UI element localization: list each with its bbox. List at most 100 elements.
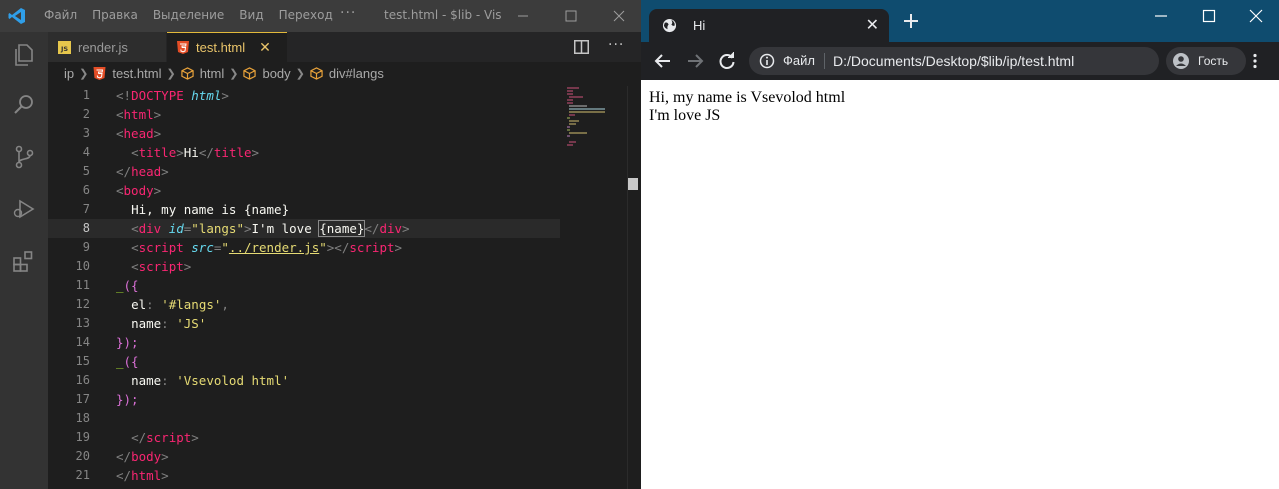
paren: ({ <box>123 278 139 293</box>
code-line: 2 <html> <box>48 105 560 124</box>
info-icon[interactable] <box>759 53 775 69</box>
breadcrumb: ip ❯ test.html ❯ html ❯ body ❯ div#langs <box>48 62 641 84</box>
close-window-icon[interactable] <box>609 6 629 26</box>
breadcrumb-div[interactable]: div#langs <box>329 66 384 81</box>
maximize-icon[interactable] <box>561 6 581 26</box>
editor-scrollbar[interactable] <box>627 86 641 489</box>
line-number: 14 <box>75 335 90 349</box>
line-number: 20 <box>75 449 90 463</box>
tag-name: script <box>349 240 395 255</box>
code-line: 18 <box>48 409 560 428</box>
menu-more-button[interactable]: ··· <box>340 5 356 21</box>
line-number: 3 <box>82 126 90 140</box>
close-tab-icon[interactable]: ✕ <box>866 15 879 34</box>
string-value: 'Vsevolod html' <box>176 373 290 388</box>
punc: > <box>221 88 229 103</box>
line-number: 6 <box>82 183 90 197</box>
line-number: 7 <box>82 202 90 216</box>
browser-window: Hi ✕ Файл D:/Documents/Desktop/$lib/ip/t… <box>641 0 1279 489</box>
minimap[interactable] <box>565 86 627 146</box>
omnibox-divider <box>824 53 825 69</box>
tab-test-html[interactable]: test.html ✕ <box>167 32 287 62</box>
html5-icon <box>93 66 106 80</box>
js-file-icon: JS <box>58 40 71 54</box>
more-actions-icon[interactable]: ··· <box>608 37 624 53</box>
page-text-line-1: Hi, my name is Vsevolod html <box>649 89 846 106</box>
profile-button[interactable]: Гость <box>1166 47 1246 75</box>
object-key: name <box>131 373 162 388</box>
tag-name: head <box>123 126 154 141</box>
address-bar[interactable]: Файл D:/Documents/Desktop/$lib/ip/test.h… <box>749 47 1159 75</box>
punc: <! <box>116 88 132 103</box>
menu-selection[interactable]: Выделение <box>153 8 224 22</box>
close-tab-icon[interactable]: ✕ <box>259 40 271 56</box>
tag-name: title <box>138 145 177 160</box>
url-text[interactable]: D:/Documents/Desktop/$lib/ip/test.html <box>833 53 1074 69</box>
tag-name: body <box>131 449 162 464</box>
menu-bar: Файл Правка Выделение Вид Переход <box>44 8 348 22</box>
code-editor[interactable]: 1 <!DOCTYPE html> 2 <html> 3 <head> 4 <t… <box>48 86 560 489</box>
menu-go[interactable]: Переход <box>279 8 333 22</box>
paren: ({ <box>123 354 139 369</box>
maximize-icon[interactable] <box>1202 9 1216 23</box>
line-number: 12 <box>75 297 90 311</box>
line-number: 17 <box>75 392 90 406</box>
chevron-right-icon: ❯ <box>229 67 239 80</box>
code-line: 10 <script> <box>48 257 560 276</box>
code-line-current: 8 <div id="langs">I'm love {name}</div> <box>48 219 560 238</box>
doctype-value: html <box>191 88 222 103</box>
code-line: 7 Hi, my name is {name} <box>48 200 560 219</box>
extensions-icon[interactable] <box>11 248 37 274</box>
minimize-icon[interactable] <box>1154 9 1168 23</box>
tab-render-js[interactable]: JS render.js <box>48 32 166 62</box>
breadcrumb-html[interactable]: html <box>200 66 225 81</box>
line-number: 2 <box>82 107 90 121</box>
code-line: 21 </html> <box>48 466 560 485</box>
chevron-right-icon: ❯ <box>166 67 176 80</box>
search-icon[interactable] <box>11 92 37 118</box>
code-line: 16 name: 'Vsevolod html' <box>48 371 560 390</box>
browser-tab[interactable]: Hi ✕ <box>649 9 889 42</box>
doctype-keyword: DOCTYPE <box>131 88 184 103</box>
code-line: 6 <body> <box>48 181 560 200</box>
breadcrumb-folder[interactable]: ip <box>64 66 74 81</box>
src-link[interactable]: ../render.js <box>229 240 319 255</box>
menu-kebab-icon[interactable] <box>1252 53 1258 69</box>
back-icon[interactable] <box>654 52 672 70</box>
menu-edit[interactable]: Правка <box>92 8 138 22</box>
breadcrumb-body[interactable]: body <box>262 66 290 81</box>
code-line: 20 </body> <box>48 447 560 466</box>
forward-icon[interactable] <box>686 52 704 70</box>
split-editor-icon[interactable] <box>574 40 589 54</box>
activity-bar <box>0 32 48 489</box>
scrollbar-thumb[interactable] <box>628 178 638 190</box>
text-content: I'm love <box>251 221 320 236</box>
object-key: name <box>131 316 162 331</box>
string-value: 'JS' <box>176 316 207 331</box>
menu-file[interactable]: Файл <box>44 8 77 22</box>
line-number: 10 <box>75 259 90 273</box>
source-control-icon[interactable] <box>11 144 37 170</box>
code-line: 4 <title>Hi</title> <box>48 143 560 162</box>
reload-icon[interactable] <box>718 52 736 70</box>
menu-view[interactable]: Вид <box>239 8 263 22</box>
symbol-element-icon <box>181 66 194 80</box>
line-number: 16 <box>75 373 90 387</box>
explorer-icon[interactable] <box>11 42 37 68</box>
js-badge-text: JS <box>60 45 68 53</box>
tag-name: body <box>123 183 154 198</box>
tag-name: html <box>131 468 162 483</box>
line-number: 9 <box>82 240 90 254</box>
breadcrumb-file[interactable]: test.html <box>112 66 161 81</box>
run-debug-icon[interactable] <box>11 196 37 222</box>
avatar-icon <box>1173 53 1189 69</box>
chevron-right-icon: ❯ <box>79 67 89 80</box>
new-tab-icon[interactable] <box>903 13 919 29</box>
minimize-icon[interactable] <box>513 6 533 26</box>
page-text-line-2: I'm love JS <box>649 107 721 124</box>
window-title: test.html - $lib - Vis... <box>384 8 502 22</box>
line-number: 13 <box>75 316 90 330</box>
tag-name: div <box>138 221 162 236</box>
close-window-icon[interactable] <box>1249 9 1263 23</box>
paren: }); <box>116 335 139 350</box>
